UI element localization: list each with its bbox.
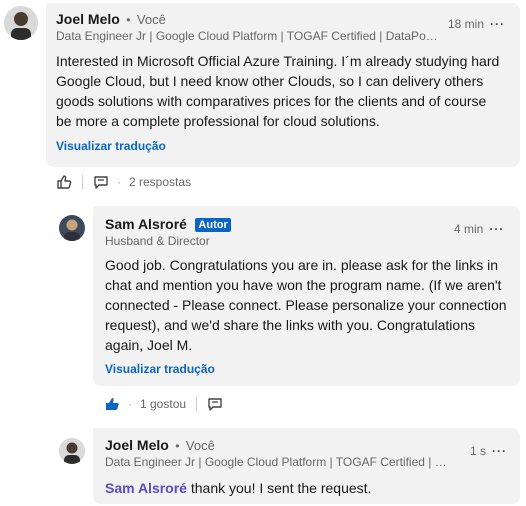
timestamp: 4 min: [454, 222, 484, 236]
like-icon[interactable]: [56, 174, 72, 190]
text-line: Interested in Microsoft Official Azure T…: [56, 53, 500, 69]
author-name[interactable]: Sam Alsroré: [105, 216, 187, 232]
comment-text: Interested in Microsoft Official Azure T…: [56, 51, 516, 131]
separator-dot: •: [126, 13, 131, 27]
reply-author-row: Sam Alsroré Autor: [105, 216, 231, 234]
author-name[interactable]: Joel Melo: [105, 437, 169, 453]
reply-time: 4 min ···: [454, 222, 504, 236]
text-line: goods solutions with comparatives prices…: [56, 93, 487, 109]
mention-link[interactable]: Sam Alsroré: [105, 480, 187, 496]
text-line: request), and we'd share the links with …: [105, 317, 475, 333]
comment-time: 18 min ···: [448, 17, 505, 31]
text-line: Google Cloud, but I need know other Clou…: [56, 73, 484, 89]
divider: [82, 175, 83, 189]
text-line: be more a complete professional for clou…: [56, 113, 380, 129]
replies-count[interactable]: 2 respostas: [129, 175, 191, 189]
reply-bubble: Joel Melo • Você Data Engineer Jr | Goog…: [93, 428, 520, 504]
reply-bubble: Sam Alsroré Autor Husband & Director 4 m…: [93, 206, 520, 386]
reply-author-row: Joel Melo • Você: [105, 437, 215, 455]
translate-link[interactable]: Visualizar tradução: [56, 139, 166, 153]
comment-author-row: Joel Melo • Você: [56, 11, 166, 29]
more-icon[interactable]: ···: [489, 222, 504, 236]
you-label: Você: [136, 12, 166, 27]
author-headline: Data Engineer Jr | Google Cloud Platform…: [105, 455, 455, 469]
text-line: Good job. Congratulations you are in. pl…: [105, 257, 499, 273]
reply-icon[interactable]: [207, 396, 223, 412]
comment-bubble: Joel Melo • Você Data Engineer Jr | Goog…: [46, 3, 520, 167]
timestamp: 1 s: [470, 444, 487, 458]
reply-time: 1 s ···: [470, 444, 507, 458]
avatar-joel[interactable]: [4, 6, 38, 40]
more-icon[interactable]: ···: [492, 444, 507, 458]
reply-actions: · 1 gostou: [104, 396, 223, 412]
timestamp: 18 min: [448, 17, 485, 31]
avatar-joel[interactable]: [59, 438, 85, 464]
author-name[interactable]: Joel Melo: [56, 11, 120, 27]
more-icon[interactable]: ···: [490, 17, 505, 31]
comment-actions: · 2 respostas: [56, 174, 191, 190]
author-badge: Autor: [195, 218, 231, 232]
separator-dot: ·: [128, 397, 132, 411]
liked-icon[interactable]: [104, 396, 120, 412]
divider: [196, 397, 198, 411]
author-headline: Data Engineer Jr | Google Cloud Platform…: [56, 29, 446, 43]
reply-text-body: thank you! I sent the request.: [186, 480, 372, 496]
you-label: Você: [185, 438, 215, 453]
separator-dot: •: [175, 439, 180, 453]
likes-count[interactable]: 1 gostou: [140, 397, 186, 411]
text-line: chat and mention you have won the progra…: [105, 277, 502, 293]
text-line: connected - Please connect. Please perso…: [105, 297, 507, 313]
separator-dot: ·: [117, 175, 121, 189]
translate-link[interactable]: Visualizar tradução: [105, 362, 215, 376]
reply-icon[interactable]: [93, 174, 109, 190]
avatar-sam[interactable]: [59, 215, 85, 241]
text-line: again, Joel M.: [105, 337, 193, 353]
author-headline: Husband & Director: [105, 234, 210, 248]
reply-text: Good job. Congratulations you are in. pl…: [105, 255, 515, 355]
reply-text: Sam Alsroré thank you! I sent the reques…: [105, 478, 515, 498]
